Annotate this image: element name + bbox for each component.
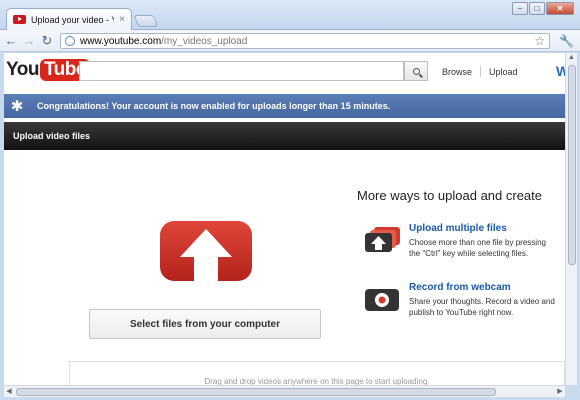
maximize-button[interactable]: □ [529,2,545,15]
drop-zone[interactable]: Drag and drop videos anywhere on this pa… [69,361,565,385]
option-upload-multiple: Upload multiple files Choose more than o… [364,223,564,263]
tab-title: Upload your video - YouTu [31,14,114,25]
page-viewport: You Tube Browse Upload W ✱ Congratulatio… [4,53,565,385]
url-path: /my_videos_upload [161,35,248,47]
youtube-logo[interactable]: You Tube [6,59,90,81]
asterisk-icon: ✱ [10,98,24,115]
reload-icon[interactable]: ↻ [40,33,54,49]
vertical-scroll-thumb[interactable] [568,65,576,265]
upload-arrow-icon[interactable] [158,219,254,283]
tab-close-icon[interactable]: × [119,14,125,25]
search-input[interactable] [79,61,404,81]
minimize-button[interactable]: – [512,2,528,15]
upload-multiple-title[interactable]: Upload multiple files [409,223,507,234]
upload-section-title: Upload video files [13,131,91,141]
scroll-left-icon[interactable]: ◀ [4,386,14,398]
url-host: www.youtube.com [80,35,162,47]
globe-icon [65,36,75,46]
search-icon [412,67,420,75]
youtube-favicon-icon [13,15,26,24]
upload-link[interactable]: Upload [489,67,518,77]
record-webcam-title[interactable]: Record from webcam [409,282,511,293]
scroll-up-icon[interactable]: ▲ [566,53,577,63]
multiple-files-upload-icon[interactable] [364,227,402,253]
back-arrow-icon[interactable]: ← [4,33,18,49]
forward-arrow-icon[interactable]: → [22,33,36,49]
browser-titlebar: Upload your video - YouTu × – □ ✕ [0,0,580,30]
close-window-button[interactable]: ✕ [546,2,574,15]
notice-bar: ✱ Congratulations! Your account is now e… [4,94,565,118]
browser-tab[interactable]: Upload your video - YouTu × [6,8,132,30]
upload-multiple-desc: Choose more than one file by pressing th… [409,238,546,258]
scroll-right-icon[interactable]: ▶ [555,386,565,398]
webcam-record-icon[interactable] [364,286,402,312]
window-controls: – □ ✕ [511,2,574,15]
new-tab-button[interactable] [133,15,159,27]
drop-zone-text: Drag and drop videos anywhere on this pa… [204,377,430,385]
record-webcam-desc: Share your thoughts. Record a video and … [409,297,555,317]
search-button[interactable] [404,61,428,81]
cutoff-letter: W [556,63,565,79]
link-divider [480,66,482,77]
browse-link[interactable]: Browse [442,67,472,77]
vertical-scrollbar[interactable]: ▲ [565,53,577,385]
youtube-header: You Tube Browse Upload W [4,53,565,93]
bookmark-star-icon[interactable]: ☆ [534,34,545,48]
address-bar[interactable]: www.youtube.com/my_videos_upload ☆ [60,33,550,49]
upload-section-header: Upload video files [4,122,565,150]
wrench-menu-icon[interactable]: 🔧 [559,34,574,48]
logo-you-text: You [6,59,39,80]
option-record-webcam: Record from webcam Share your thoughts. … [364,282,564,322]
browser-toolbar: ← → ↻ www.youtube.com/my_videos_upload ☆… [0,30,580,52]
notice-message: Congratulations! Your account is now ena… [37,101,391,111]
select-files-button[interactable]: Select files from your computer [89,309,321,339]
horizontal-scroll-thumb[interactable] [16,388,496,396]
header-links: Browse Upload [442,66,518,77]
more-ways-title: More ways to upload and create [357,188,542,203]
horizontal-scrollbar[interactable]: ◀ ▶ [4,385,565,397]
